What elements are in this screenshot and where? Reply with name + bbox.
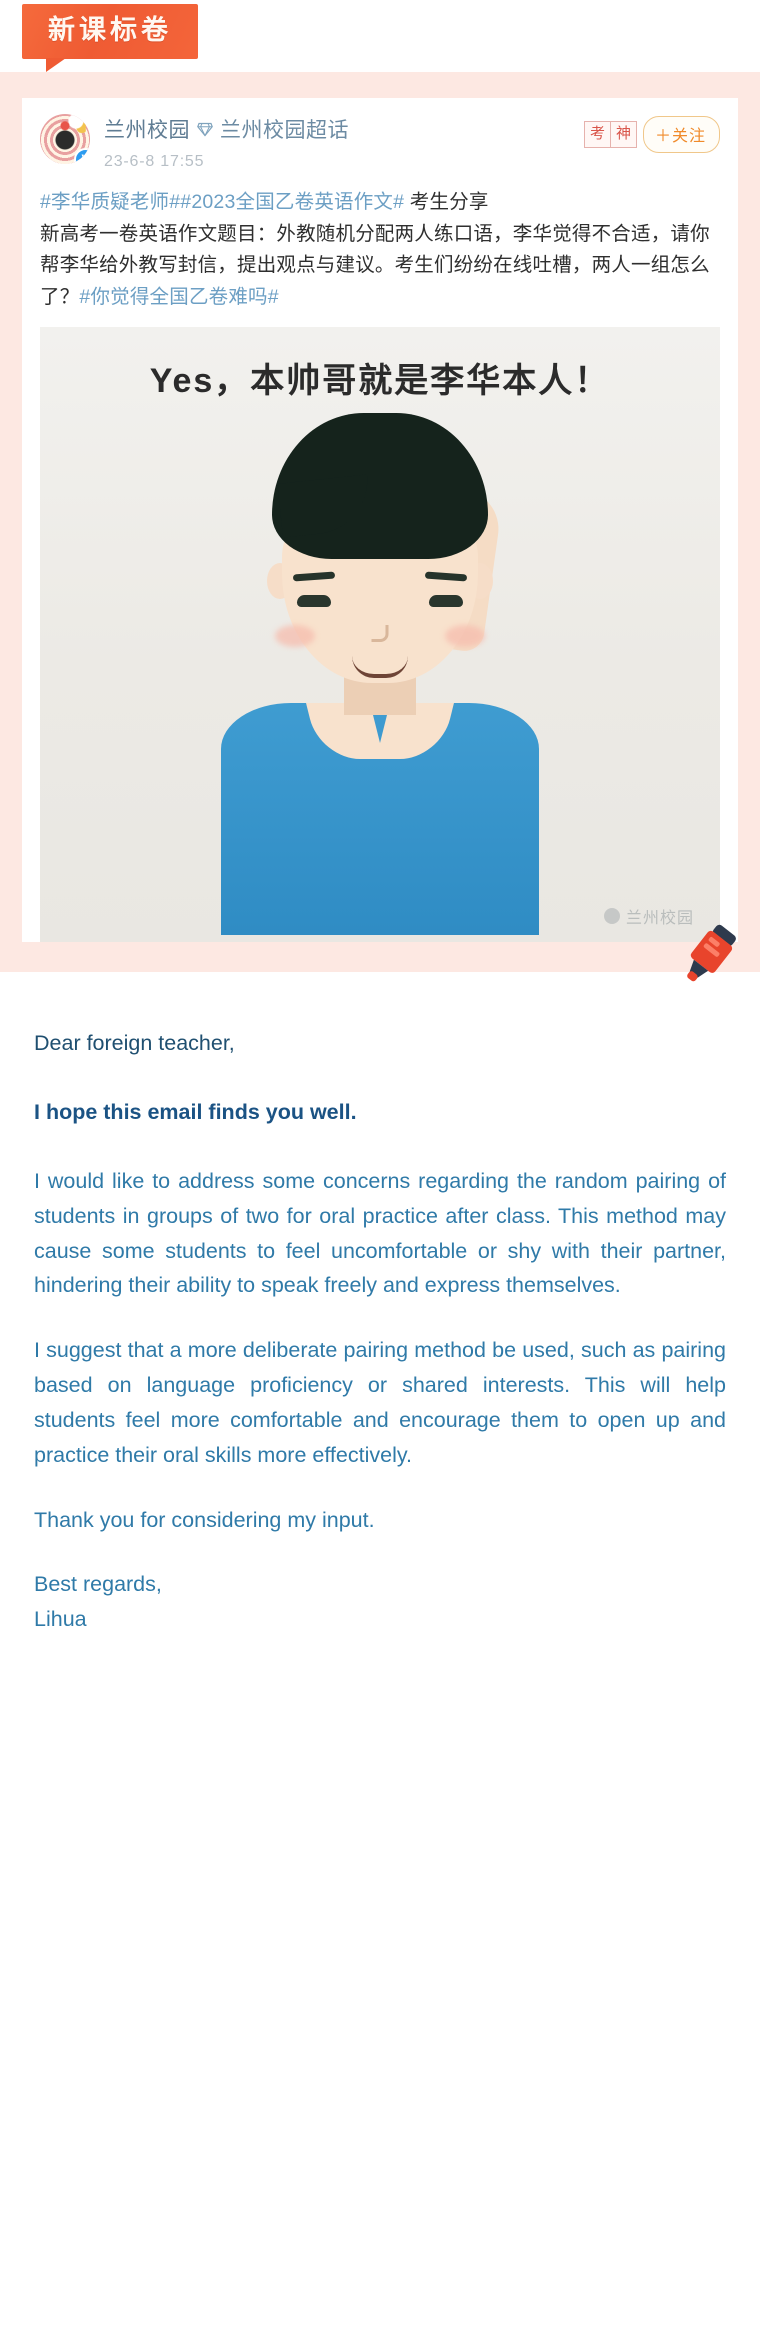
boy-shirt (221, 703, 539, 936)
hashtag-2023-english-essay[interactable]: #2023全国乙卷英语作文# (180, 191, 404, 213)
exam-god-stamp: 考 神 (583, 121, 637, 148)
boy-cheek-right (445, 625, 485, 648)
post-text-share-note: 考生分享 (404, 191, 489, 213)
boy-nose (371, 625, 389, 643)
stamp-char-2: 神 (610, 121, 637, 148)
page-root: 新课标卷 V 兰州校园 兰州校园超话 23-6-8 17:55 考 神 ＋关注 … (0, 0, 760, 2336)
letter-paragraph-1: I would like to address some concerns re… (34, 1168, 726, 1298)
account-name[interactable]: 兰州校园 (104, 114, 190, 144)
letter-salutation: Dear foreign teacher, (34, 1031, 235, 1056)
marker-pen-icon (676, 920, 742, 990)
ribbon-label: 新课标卷 (22, 4, 198, 72)
verified-badge-icon: V (74, 148, 90, 164)
stamp-char-1: 考 (583, 121, 611, 148)
supertopic-link[interactable]: 兰州校园超话 (220, 114, 349, 144)
signoff-best-regards: Best regards, (34, 1572, 162, 1597)
weibo-post-image[interactable]: Yes，本帅哥就是李华本人！ 兰州校园 (40, 327, 720, 943)
letter-lead-sentence: I hope this email finds you well. (34, 1100, 357, 1125)
boy-hair (272, 413, 488, 560)
meme-caption-text: Yes，本帅哥就是李华本人！ (149, 362, 611, 401)
boy-eye-right (429, 595, 463, 608)
weibo-screenshot-block: V 兰州校园 兰州校园超话 23-6-8 17:55 考 神 ＋关注 #李华质疑… (0, 72, 760, 982)
letter-paragraph-2: I suggest that a more deliberate pairing… (34, 1338, 726, 1467)
ribbon-area: 新课标卷 (0, 0, 760, 72)
avatar[interactable]: V (40, 114, 90, 164)
weibo-post-card: V 兰州校园 兰州校园超话 23-6-8 17:55 考 神 ＋关注 #李华质疑… (22, 98, 738, 943)
hashtag-liHua-questions-teacher[interactable]: #李华质疑老师# (40, 191, 180, 213)
weibo-post-header: V 兰州校园 兰州校园超话 23-6-8 17:55 考 神 ＋关注 (40, 114, 720, 175)
signoff-name: Lihua (34, 1607, 87, 1632)
letter-closing-line: Thank you for considering my input. (34, 1507, 375, 1532)
hashtag-is-national-b-paper-hard[interactable]: #你觉得全国乙卷难吗# (79, 286, 278, 308)
diamond-icon (197, 122, 213, 137)
weibo-post-text: #李华质疑老师##2023全国乙卷英语作文# 考生分享 新高考一卷英语作文题目：… (40, 187, 720, 313)
weibo-header-actions: 考 神 ＋关注 (583, 116, 720, 153)
follow-button[interactable]: ＋关注 (642, 116, 720, 153)
watermark-logo-icon (603, 908, 620, 925)
boy-eye-left (297, 595, 331, 608)
boy-cheek-left (275, 625, 315, 648)
boy-illustration (215, 413, 545, 936)
post-timestamp: 23-6-8 17:55 (104, 153, 205, 170)
letter-signoff: Best regards, Lihua (34, 1567, 726, 1637)
english-letter: Dear foreign teacher, I hope this email … (0, 972, 760, 1707)
